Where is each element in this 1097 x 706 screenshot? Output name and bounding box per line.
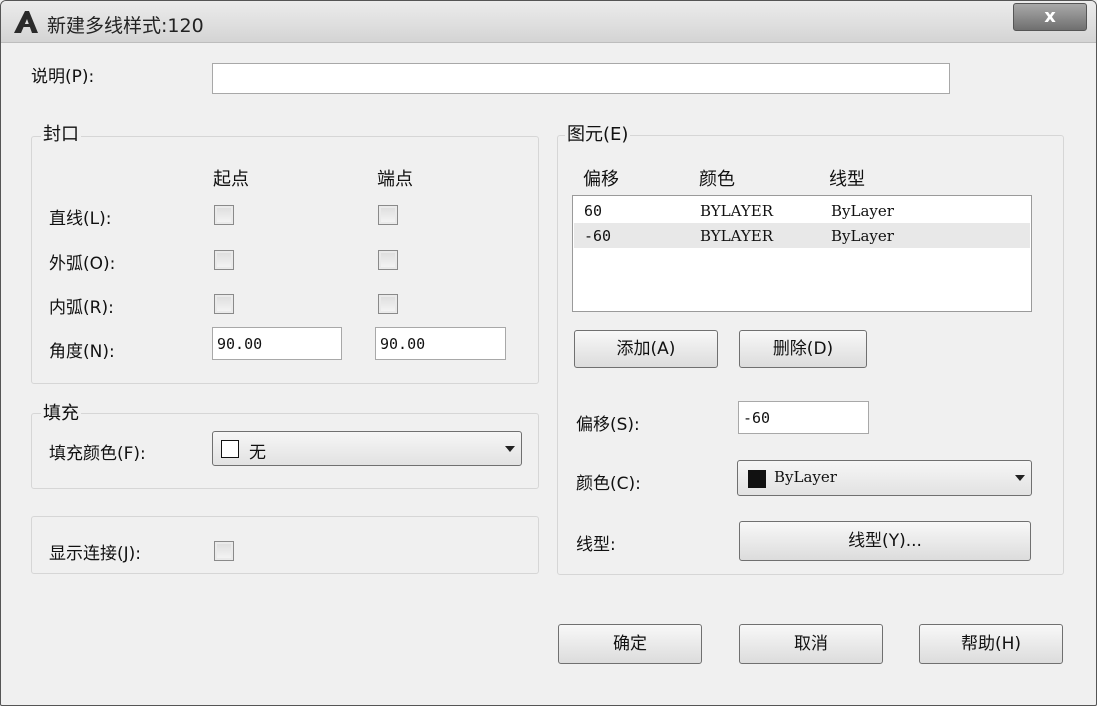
title-bar[interactable]: 新建多线样式:120 x [1, 1, 1096, 43]
close-icon: x [1044, 6, 1056, 27]
row-linetype: ByLayer [831, 202, 894, 220]
dialog-body: 说明(P): 封口 起点 端点 直线(L): 外弧(O): 内弧(R): 角度(… [9, 44, 1088, 699]
elements-list[interactable]: 60 BYLAYER ByLayer -60 BYLAYER ByLayer [572, 195, 1032, 312]
element-color-label: 颜色(C): [576, 474, 641, 494]
caps-outer-arc-start-checkbox[interactable] [214, 250, 234, 270]
dialog-window: 新建多线样式:120 x 说明(P): 封口 起点 端点 直线(L): 外弧(O… [0, 0, 1097, 706]
caps-angle-start-input[interactable] [212, 327, 342, 360]
caps-line-end-checkbox[interactable] [378, 205, 398, 225]
caps-start-header: 起点 [213, 169, 249, 190]
fill-color-value: 无 [249, 443, 266, 463]
caps-angle-end-input[interactable] [375, 327, 506, 360]
caps-line-label: 直线(L): [49, 209, 112, 229]
display-joints-checkbox[interactable] [214, 541, 234, 561]
cancel-button[interactable]: 取消 [739, 624, 883, 664]
caps-line-start-checkbox[interactable] [214, 205, 234, 225]
element-offset-label: 偏移(S): [576, 415, 640, 435]
elements-group-title: 图元(E) [565, 120, 631, 146]
fill-group-title: 填充 [41, 399, 81, 425]
chevron-down-icon [505, 445, 515, 452]
caps-angle-label: 角度(N): [49, 342, 115, 362]
row-offset: -60 [584, 227, 612, 245]
fill-color-label: 填充颜色(F): [49, 444, 146, 464]
row-linetype: ByLayer [831, 227, 894, 245]
close-button[interactable]: x [1013, 3, 1087, 31]
display-joints-label: 显示连接(J): [49, 544, 142, 564]
caps-end-header: 端点 [377, 169, 413, 190]
help-button[interactable]: 帮助(H) [919, 624, 1063, 664]
caps-inner-arc-end-checkbox[interactable] [378, 294, 398, 314]
add-button[interactable]: 添加(A) [574, 330, 718, 368]
element-color-dropdown[interactable]: ByLayer [737, 460, 1032, 496]
element-color-value: ByLayer [774, 468, 837, 486]
element-linetype-label: 线型: [576, 535, 616, 555]
description-label: 说明(P): [31, 67, 95, 87]
row-color: BYLAYER [700, 202, 773, 220]
elements-header-color: 颜色 [699, 169, 735, 190]
row-color: BYLAYER [700, 227, 773, 245]
delete-button[interactable]: 删除(D) [739, 330, 867, 368]
fill-color-swatch [221, 440, 239, 458]
caps-outer-arc-end-checkbox[interactable] [378, 250, 398, 270]
element-offset-input[interactable] [738, 401, 869, 434]
description-input[interactable] [212, 63, 950, 94]
elements-header-offset: 偏移 [583, 169, 619, 190]
linetype-button[interactable]: 线型(Y)... [739, 521, 1031, 561]
caps-inner-arc-start-checkbox[interactable] [214, 294, 234, 314]
caps-inner-arc-label: 内弧(R): [49, 298, 114, 318]
elements-header-linetype: 线型 [829, 169, 865, 190]
element-color-swatch [748, 470, 766, 488]
autocad-logo-icon [14, 11, 38, 33]
table-row[interactable]: 60 BYLAYER ByLayer [574, 198, 1030, 223]
fill-color-dropdown[interactable]: 无 [212, 431, 522, 466]
chevron-down-icon [1015, 475, 1025, 481]
caps-group-title: 封口 [41, 120, 81, 146]
table-row[interactable]: -60 BYLAYER ByLayer [574, 223, 1030, 248]
ok-button[interactable]: 确定 [558, 624, 702, 664]
row-offset: 60 [584, 202, 603, 220]
caps-outer-arc-label: 外弧(O): [49, 254, 116, 274]
window-title: 新建多线样式:120 [47, 15, 204, 37]
